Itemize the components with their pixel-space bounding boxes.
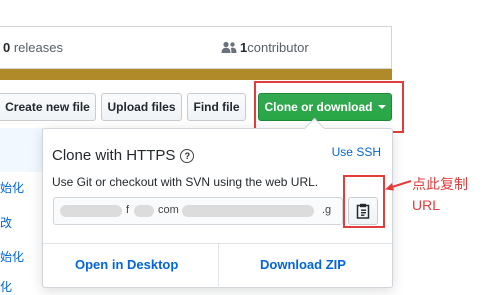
find-file-button[interactable]: Find file bbox=[187, 93, 246, 121]
clone-popover: Clone with HTTPS ? Use SSH Use Git or ch… bbox=[42, 117, 393, 289]
blurred-url-part bbox=[182, 205, 314, 217]
contributors-count: 1 bbox=[240, 40, 248, 55]
releases-label: releases bbox=[10, 40, 63, 55]
highlight-box-copy-button bbox=[343, 175, 385, 228]
blurred-url-part bbox=[134, 205, 154, 217]
commit-message-fragment[interactable]: 始化 bbox=[0, 179, 24, 196]
url-fragment: .g bbox=[322, 204, 332, 216]
highlight-box-clone-button bbox=[254, 81, 404, 133]
open-in-desktop-link[interactable]: Open in Desktop bbox=[75, 257, 178, 272]
url-fragment: com bbox=[158, 204, 179, 216]
commit-message-fragment[interactable]: 化 bbox=[0, 278, 12, 295]
annotation-label: 点此复制 URL bbox=[412, 174, 468, 216]
popover-vertical-divider bbox=[218, 243, 219, 289]
clone-title-text: Clone with HTTPS bbox=[52, 147, 176, 164]
use-ssh-link[interactable]: Use SSH bbox=[332, 145, 381, 159]
question-circle-icon[interactable]: ? bbox=[180, 148, 195, 163]
repo-stats-bar: 0 releases 1 contributor bbox=[0, 26, 392, 69]
clone-popover-title: Clone with HTTPS ? bbox=[52, 147, 195, 164]
commit-message-fragment[interactable]: 改 bbox=[0, 214, 12, 231]
annotation-line-2: URL bbox=[412, 197, 441, 213]
annotation-line-1: 点此复制 bbox=[412, 176, 468, 192]
clone-description: Use Git or checkout with SVN using the w… bbox=[52, 175, 319, 189]
commit-message-fragment[interactable]: 始化 bbox=[0, 248, 24, 265]
clone-url-input[interactable]: f com .g bbox=[53, 197, 343, 225]
contributors-stat[interactable]: 1 contributor bbox=[221, 40, 309, 55]
language-bar bbox=[0, 69, 392, 80]
upload-files-button[interactable]: Upload files bbox=[101, 93, 182, 121]
blurred-url-part bbox=[60, 205, 122, 217]
url-fragment: f bbox=[126, 204, 130, 216]
file-list: 始化 改 始化 化 bbox=[0, 128, 43, 294]
file-row-highlight bbox=[0, 128, 42, 172]
download-zip-link[interactable]: Download ZIP bbox=[260, 257, 346, 272]
create-new-file-button[interactable]: Create new file bbox=[0, 93, 96, 121]
releases-stat[interactable]: 0 releases bbox=[3, 40, 63, 55]
annotation-arrow-icon bbox=[385, 180, 412, 191]
people-icon bbox=[221, 41, 237, 53]
contributors-label: contributor bbox=[247, 40, 309, 55]
